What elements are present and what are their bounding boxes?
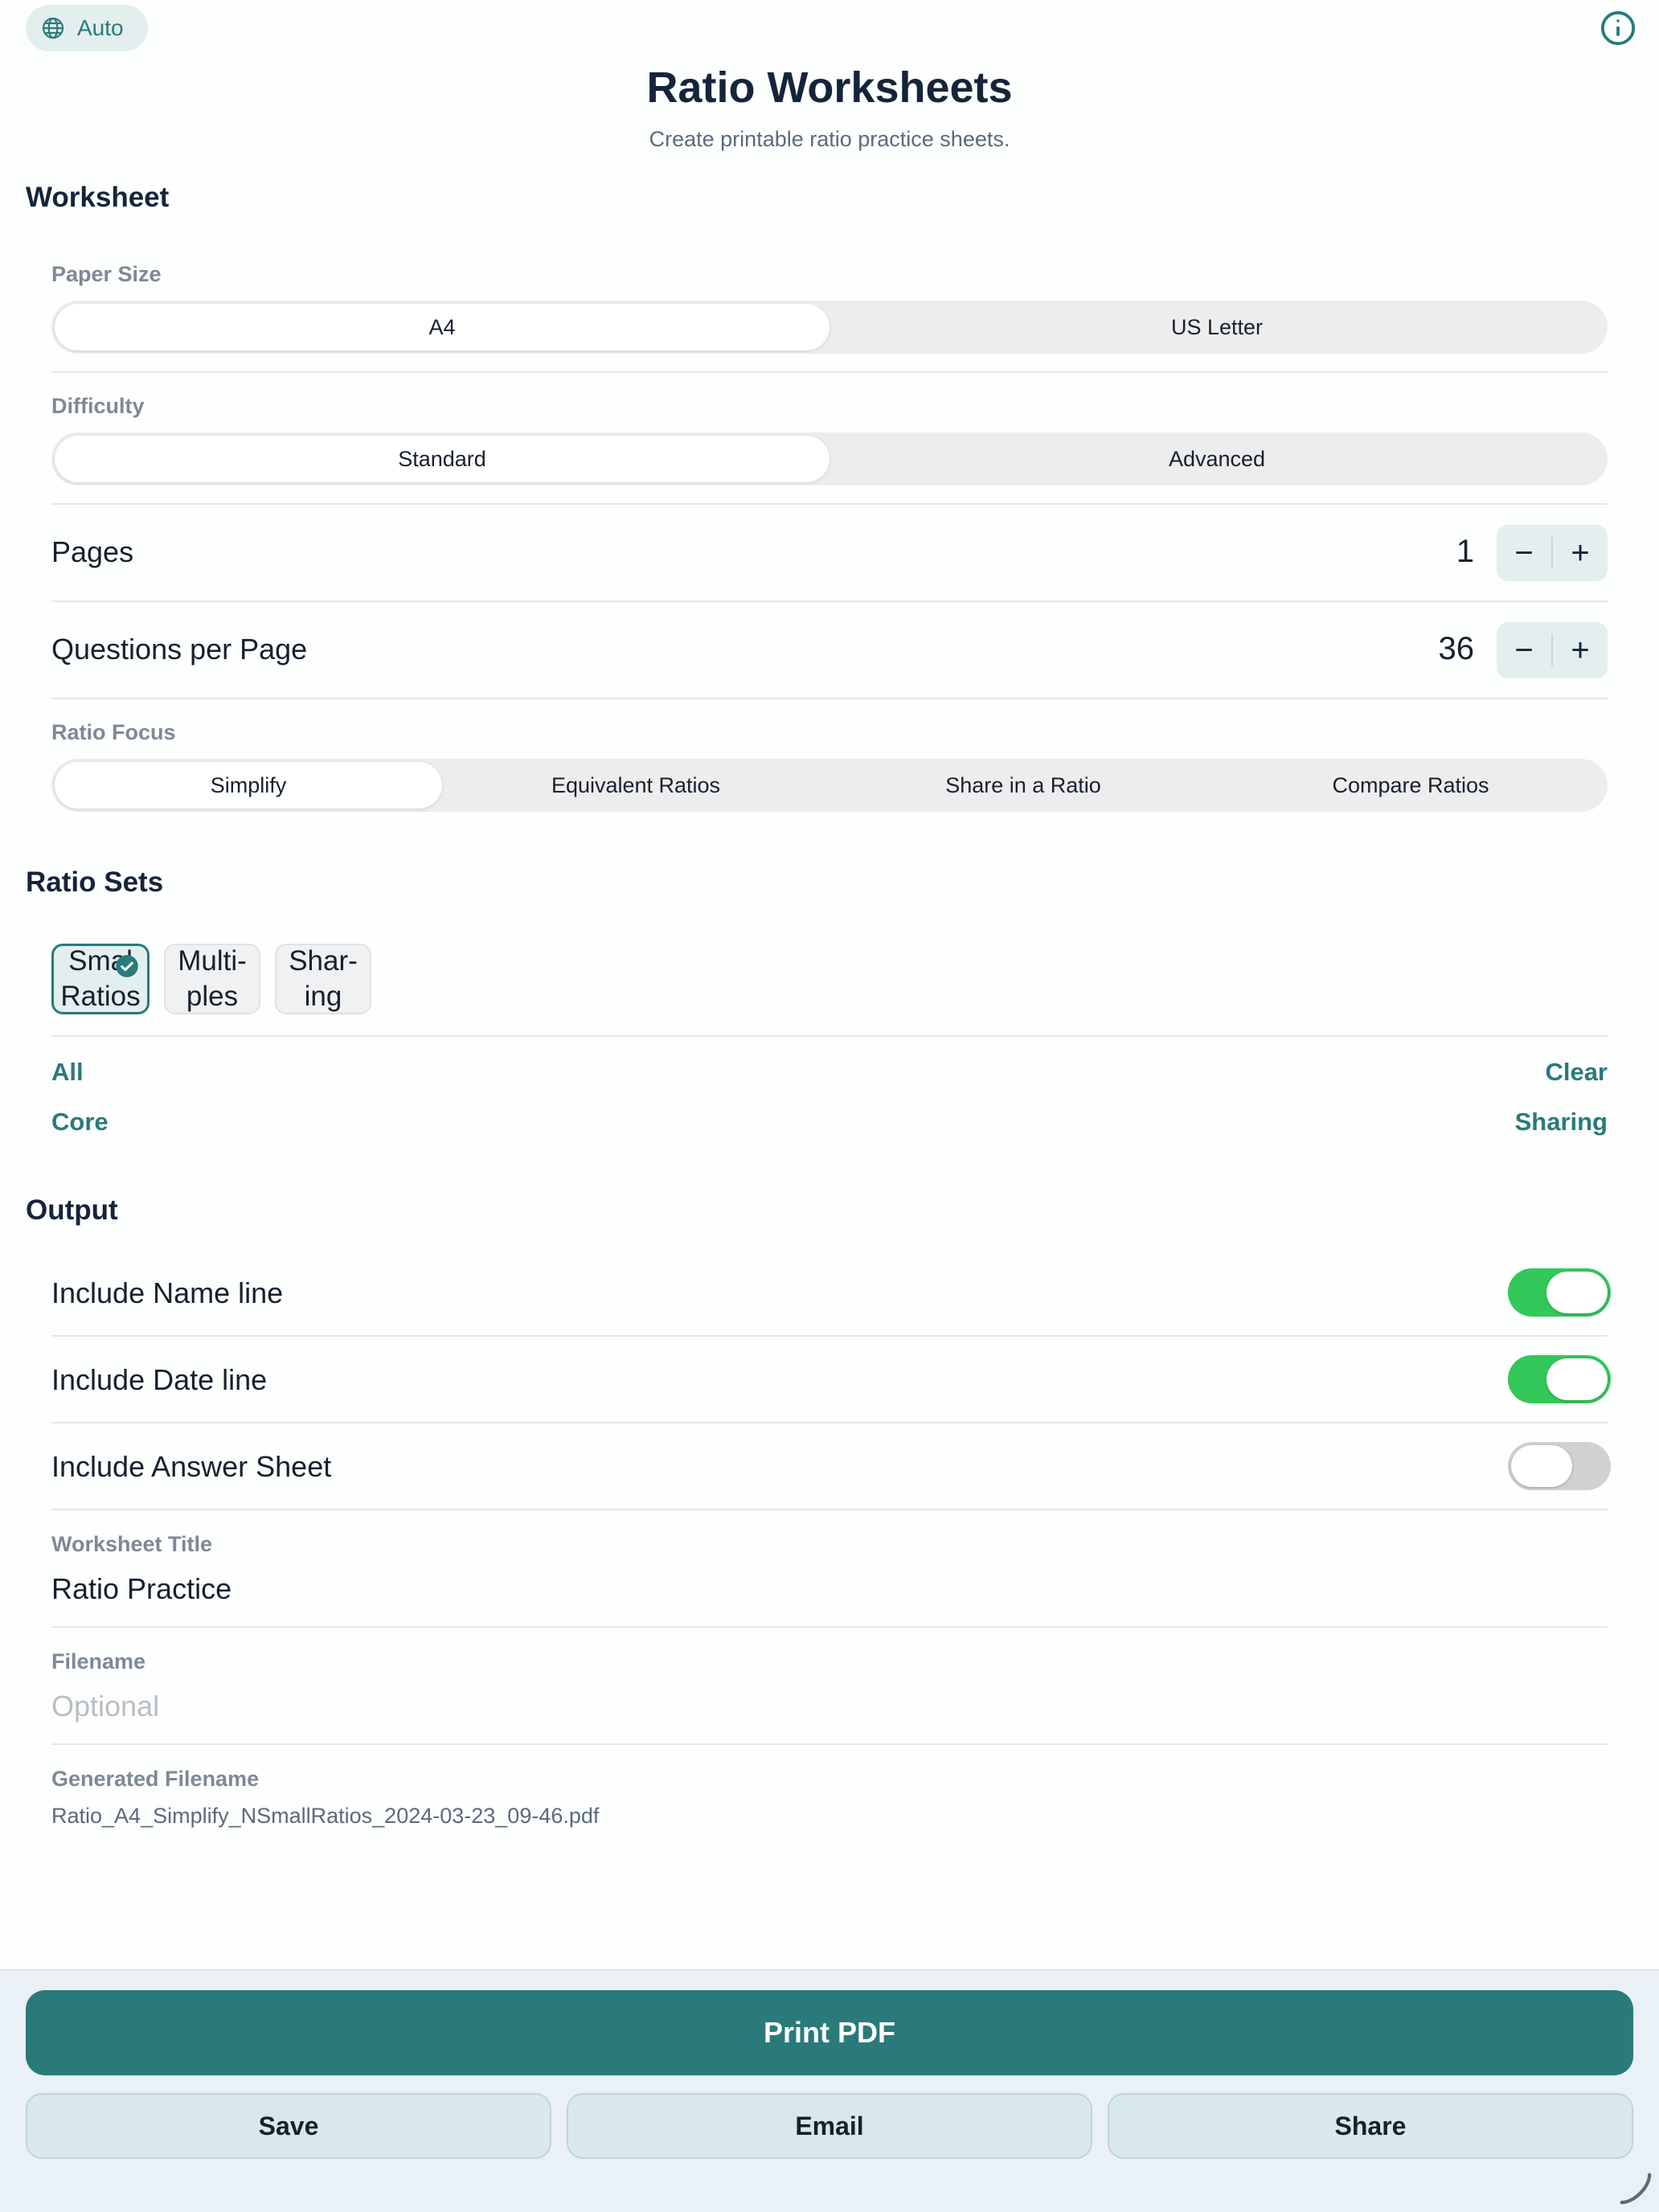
chip-label-line: Ratios [60,981,141,1012]
pages-value: 1 [1456,534,1474,569]
generated-filename-value: Ratio_A4_Simplify_NSmallRatios_2024-03-2… [51,1804,600,1828]
filename-input[interactable]: Optional [51,1690,159,1723]
ratio-sets-section-heading: Ratio Sets [26,866,164,898]
pages-increment-button[interactable]: + [1553,525,1608,581]
divider [51,1335,1608,1337]
paper-size-option-us-letter[interactable]: US Letter [830,304,1604,350]
include-date-line-label: Include Date line [51,1363,268,1396]
sharing-preset-link[interactable]: Sharing [1515,1108,1608,1137]
chip-label-line: Multi- [178,945,247,977]
include-name-line-label: Include Name line [51,1276,284,1309]
divider [51,1743,1608,1745]
difficulty-option-standard[interactable]: Standard [55,436,830,482]
clear-link[interactable]: Clear [1545,1058,1608,1087]
divider [51,503,1608,505]
divider [51,600,1608,602]
chip-label: Shar- ing [289,944,358,1014]
ratio-set-chip-small-ratios[interactable]: Smal Ratios [51,944,150,1014]
include-name-line-toggle[interactable] [1508,1268,1611,1317]
pages-label: Pages [51,535,134,568]
include-date-line-toggle[interactable] [1508,1355,1611,1403]
language-picker-button[interactable]: Auto [26,5,148,51]
toggle-knob [1546,1358,1608,1400]
ratio-set-chip-multiples[interactable]: Multi- ples [164,944,260,1014]
resize-handle-icon[interactable] [1616,2169,1653,2206]
questions-per-page-label: Questions per Page [51,633,308,666]
globe-icon [42,17,64,39]
chip-label-line: ples [186,981,239,1012]
info-icon[interactable] [1600,10,1636,47]
page-subtitle: Create printable ratio practice sheets. [649,127,1010,151]
pages-stepper: − + [1497,525,1608,581]
ratio-focus-label: Ratio Focus [51,720,176,744]
paper-size-label: Paper Size [51,262,162,286]
email-button[interactable]: Email [567,2093,1092,2159]
difficulty-option-advanced[interactable]: Advanced [830,436,1604,482]
worksheet-title-input[interactable]: Ratio Practice [51,1572,231,1606]
worksheet-section-heading: Worksheet [26,182,170,213]
ratio-focus-segmented-control: Simplify Equivalent Ratios Share in a Ra… [51,759,1608,812]
filename-label: Filename [51,1649,146,1673]
page-title: Ratio Worksheets [646,63,1013,112]
divider [51,1422,1608,1423]
include-answer-sheet-toggle[interactable] [1508,1442,1611,1490]
include-answer-sheet-label: Include Answer Sheet [51,1450,332,1483]
divider [51,1035,1608,1037]
questions-increment-button[interactable]: + [1553,622,1608,678]
chip-label-line: Shar- [289,945,358,977]
questions-decrement-button[interactable]: − [1497,622,1551,678]
ratio-focus-option-equivalent-ratios[interactable]: Equivalent Ratios [442,762,830,809]
ratio-set-chip-sharing[interactable]: Shar- ing [275,944,371,1014]
divider [51,1509,1608,1510]
worksheet-title-label: Worksheet Title [51,1532,213,1556]
pages-decrement-button[interactable]: − [1497,525,1551,581]
toggle-knob [1546,1272,1608,1313]
ratio-focus-option-simplify[interactable]: Simplify [55,762,442,809]
core-preset-link[interactable]: Core [51,1108,109,1137]
toggle-knob [1511,1445,1572,1487]
select-all-link[interactable]: All [51,1058,84,1087]
divider [51,1626,1608,1628]
output-section-heading: Output [26,1194,118,1226]
ratio-focus-option-share-in-a-ratio[interactable]: Share in a Ratio [830,762,1217,809]
difficulty-segmented-control: Standard Advanced [51,432,1608,485]
save-button[interactable]: Save [26,2093,551,2159]
ratio-focus-option-compare-ratios[interactable]: Compare Ratios [1217,762,1604,809]
chip-label: Multi- ples [178,944,247,1014]
checkmark-circle-icon [116,955,138,977]
share-button[interactable]: Share [1108,2093,1633,2159]
paper-size-option-a4[interactable]: A4 [55,304,830,350]
paper-size-segmented-control: A4 US Letter [51,301,1608,354]
difficulty-label: Difficulty [51,394,145,418]
chip-label-line: ing [304,981,342,1012]
questions-per-page-value: 36 [1438,631,1475,666]
divider [51,371,1608,373]
language-label: Auto [77,15,124,40]
questions-per-page-stepper: − + [1497,622,1608,678]
ratio-worksheets-page: Auto Ratio Worksheets Create printable r… [0,0,1659,2212]
generated-filename-label: Generated Filename [51,1767,260,1791]
print-pdf-button[interactable]: Print PDF [26,1990,1633,2075]
divider [51,698,1608,699]
